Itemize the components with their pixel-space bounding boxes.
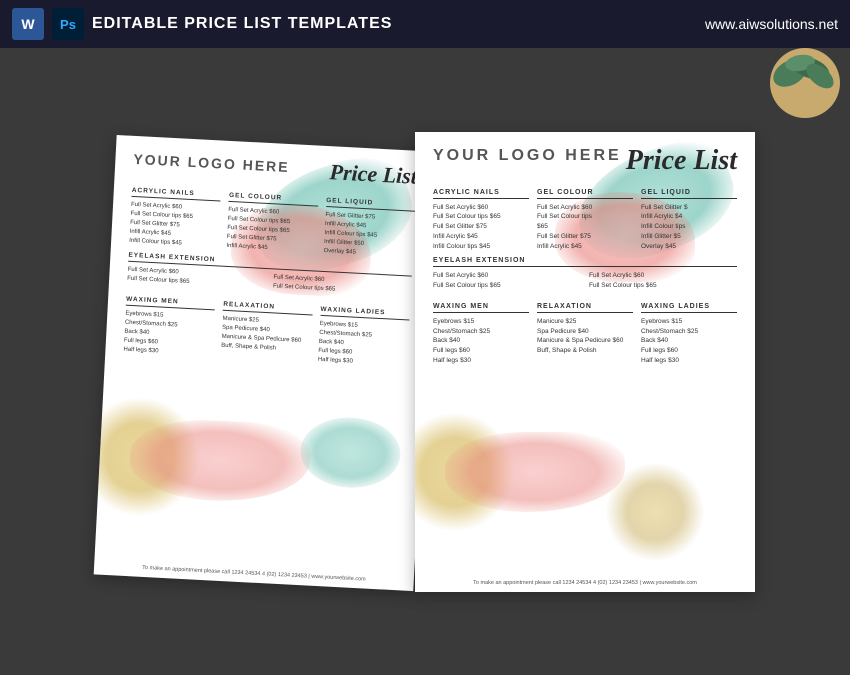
- header-bar: W Ps EDITABLE PRICE LIST TEMPLATES www.a…: [0, 0, 850, 48]
- back-relaxation-header: RELAXATION: [223, 300, 313, 315]
- front-eyelash-col1: Full Set Acrylic $60 Full Set Colour tip…: [433, 271, 581, 291]
- back-gel-header: GEL COLOUR: [229, 191, 319, 206]
- front-eyelash-item-4: Full Set Colour tips $65: [589, 281, 737, 291]
- front-wax-men-1: Eyebrows $15: [433, 317, 529, 327]
- front-acrylic-header: ACRYLIC NAILS: [433, 189, 529, 199]
- front-eyelash-item-1: Full Set Acrylic $60: [433, 271, 581, 281]
- back-waxing-men-header: WAXING MEN: [126, 295, 216, 310]
- front-acrylic-item-1: Full Set Acrylic $60: [433, 203, 529, 213]
- back-eyelash-col1: Full Set Acrylic $60 Full Set Colour tip…: [127, 265, 266, 290]
- ps-icon: Ps: [52, 8, 84, 40]
- front-wax-men-5: Half legs $30: [433, 356, 529, 366]
- front-wax-men-3: Back $40: [433, 336, 529, 346]
- front-gel-liquid-col: GEL LIQUID Full Set Glitter $ Infill Acr…: [641, 183, 737, 252]
- front-relax-4: Buff, Shape & Polish: [537, 346, 633, 356]
- front-gel-liquid-header: GEL LIQUID: [641, 189, 737, 199]
- main-area: YOUR LOGO HERE Price List ACRYLIC NAILS …: [0, 48, 850, 675]
- back-gel-liquid-header: GEL LIQUID: [326, 197, 416, 212]
- front-liquid-item-4: Infill Glitter $5: [641, 232, 737, 242]
- back-acrylic-col: ACRYLIC NAILS Full Set Acrylic $60 Full …: [129, 180, 222, 250]
- back-bottom-cols: WAXING MEN Eyebrows $15 Chest/Stomach $2…: [123, 289, 410, 369]
- price-card-front: YOUR LOGO HERE Price List ACRYLIC NAILS …: [415, 132, 755, 592]
- front-eyelash-col2: Full Set Acrylic $60 Full Set Colour tip…: [589, 271, 737, 291]
- front-gel-item-4: Full Set Glitter $75: [537, 232, 633, 242]
- front-wax-ladies-5: Half legs $30: [641, 356, 737, 366]
- back-top-cols: ACRYLIC NAILS Full Set Acrylic $60 Full …: [129, 180, 416, 260]
- front-liquid-item-3: Infill Colour tips: [641, 222, 737, 232]
- back-eyelash-col2: Full Set Acrylic $60 Full Set Colour tip…: [273, 273, 412, 298]
- front-bottom-cols: WAXING MEN Eyebrows $15 Chest/Stomach $2…: [433, 297, 737, 366]
- front-eyelash-header: EYELASH EXTENSION: [433, 257, 737, 267]
- back-logo-text: YOUR LOGO HERE: [133, 150, 290, 174]
- ps-label: Ps: [60, 17, 76, 32]
- front-acrylic-item-3: Full Set Glitter $75: [433, 222, 529, 232]
- back-price-list-title: Price List: [329, 161, 417, 188]
- front-waxing-ladies-col: WAXING LADIES Eyebrows $15 Chest/Stomach…: [641, 297, 737, 366]
- back-relaxation-col: RELAXATION Manicure $25 Spa Pedicure $40…: [220, 294, 313, 364]
- word-icon: W: [12, 8, 44, 40]
- front-gel-item-3: $65: [537, 222, 633, 232]
- back-footer: To make an appointment please call 1234 …: [94, 562, 414, 585]
- front-logo-text: YOUR LOGO HERE: [433, 147, 622, 165]
- front-gel-item-1: Full Set Acrylic $60: [537, 203, 633, 213]
- word-label: W: [21, 16, 34, 32]
- front-wax-men-4: Full legs $60: [433, 346, 529, 356]
- front-gel-item-5: Infill Acrylic $45: [537, 242, 633, 252]
- front-wax-ladies-3: Back $40: [641, 336, 737, 346]
- plant-pot: [770, 48, 840, 118]
- front-acrylic-item-5: Infill Colour tips $45: [433, 242, 529, 252]
- front-eyelash-section: EYELASH EXTENSION Full Set Acrylic $60 F…: [433, 257, 737, 291]
- front-acrylic-item-2: Full Set Colour tips $65: [433, 212, 529, 222]
- front-waxing-men-header: WAXING MEN: [433, 303, 529, 313]
- back-gel-col: GEL COLOUR Full Set Acrylic $60 Full Set…: [226, 185, 319, 255]
- header-title: EDITABLE PRICE LIST TEMPLATES: [92, 15, 697, 33]
- front-relaxation-col: RELAXATION Manicure $25 Spa Pedicure $40…: [537, 297, 633, 366]
- front-eyelash-item-2: Full Set Colour tips $65: [433, 281, 581, 291]
- plant-decoration: [760, 48, 840, 128]
- front-wax-men-2: Chest/Stomach $25: [433, 327, 529, 337]
- back-waxing-ladies-col: WAXING LADIES Eyebrows $15 Chest/Stomach…: [318, 299, 411, 369]
- back-acrylic-header: ACRYLIC NAILS: [131, 186, 221, 201]
- front-liquid-item-1: Full Set Glitter $: [641, 203, 737, 213]
- front-footer: To make an appointment please call 1234 …: [415, 580, 755, 586]
- front-acrylic-item-4: Infill Acrylic $45: [433, 232, 529, 242]
- front-eyelash-row: Full Set Acrylic $60 Full Set Colour tip…: [433, 271, 737, 291]
- back-gel-liquid-col: GEL LIQUID Full Set Glitter $75 Infill A…: [323, 191, 416, 261]
- front-acrylic-col: ACRYLIC NAILS Full Set Acrylic $60 Full …: [433, 183, 529, 252]
- front-waxing-ladies-header: WAXING LADIES: [641, 303, 737, 313]
- price-card-back: YOUR LOGO HERE Price List ACRYLIC NAILS …: [94, 134, 437, 590]
- header-url: www.aiwsolutions.net: [705, 16, 838, 32]
- front-gel-col: GEL COLOUR Full Set Acrylic $60 Full Set…: [537, 183, 633, 252]
- front-gel-header: GEL COLOUR: [537, 189, 633, 199]
- front-relax-1: Manicure $25: [537, 317, 633, 327]
- back-card-content: YOUR LOGO HERE Price List ACRYLIC NAILS …: [94, 134, 437, 590]
- front-waxing-men-col: WAXING MEN Eyebrows $15 Chest/Stomach $2…: [433, 297, 529, 366]
- front-relax-3: Manicure & Spa Pedicure $60: [537, 336, 633, 346]
- back-waxing-ladies-header: WAXING LADIES: [320, 305, 410, 320]
- front-logo-area: YOUR LOGO HERE Price List: [433, 147, 737, 175]
- front-relaxation-header: RELAXATION: [537, 303, 633, 313]
- front-wax-ladies-2: Chest/Stomach $25: [641, 327, 737, 337]
- front-liquid-item-5: Overlay $45: [641, 242, 737, 252]
- front-liquid-item-2: Infill Acrylic $4: [641, 212, 737, 222]
- front-wax-ladies-4: Full legs $60: [641, 346, 737, 356]
- front-eyelash-item-3: Full Set Acrylic $60: [589, 271, 737, 281]
- front-gel-item-2: Full Set Colour tips: [537, 212, 633, 222]
- front-wax-ladies-1: Eyebrows $15: [641, 317, 737, 327]
- front-relax-2: Spa Pedicure $40: [537, 327, 633, 337]
- front-top-cols: ACRYLIC NAILS Full Set Acrylic $60 Full …: [433, 183, 737, 252]
- back-logo-area: YOUR LOGO HERE Price List: [133, 150, 418, 187]
- front-card-content: YOUR LOGO HERE Price List ACRYLIC NAILS …: [415, 132, 755, 592]
- front-price-list-title: Price List: [626, 147, 737, 175]
- back-waxing-men-col: WAXING MEN Eyebrows $15 Chest/Stomach $2…: [123, 289, 216, 359]
